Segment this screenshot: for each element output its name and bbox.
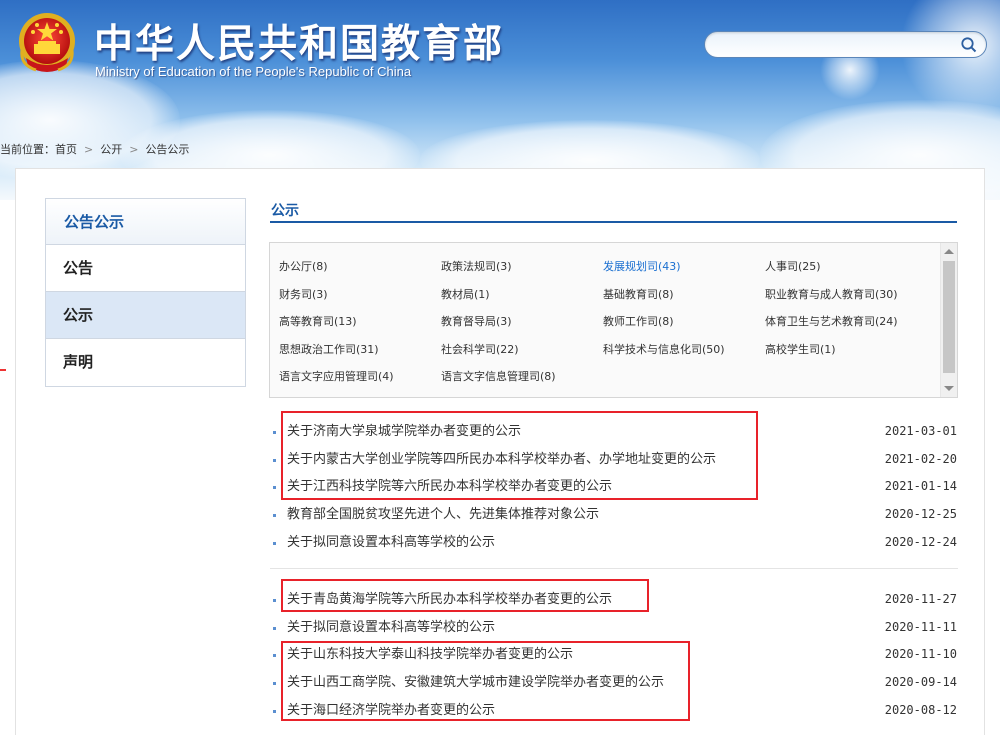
department-link[interactable]: 语言文字应用管理司(4) xyxy=(279,364,441,392)
search-icon[interactable] xyxy=(960,36,978,54)
search-box xyxy=(704,31,987,58)
notice-link[interactable]: 关于内蒙古大学创业学院等四所民办本科学校举办者、办学地址变更的公示 xyxy=(287,446,716,474)
bullet-icon xyxy=(273,459,276,462)
notice-date: 2021-01-14 xyxy=(885,473,957,501)
bullet-icon xyxy=(273,654,276,657)
department-link[interactable]: 政策法规司(3) xyxy=(441,254,603,282)
notice-list-2: 关于青岛黄海学院等六所民办本科学校举办者变更的公示 2020-11-27 关于拟… xyxy=(270,586,958,724)
site-title-cn: 中华人民共和国教育部 xyxy=(94,13,504,69)
department-link[interactable]: 科学技术与信息化司(50) xyxy=(603,337,765,365)
notice-date: 2020-12-25 xyxy=(885,501,957,529)
page-edge-marker xyxy=(0,369,6,371)
notice-date: 2020-09-14 xyxy=(885,669,957,697)
list-item: 关于拟同意设置本科高等学校的公示 2020-12-24 xyxy=(270,529,958,557)
sidebar-item-notice[interactable]: 公示 xyxy=(46,292,245,339)
notice-link[interactable]: 关于济南大学泉城学院举办者变更的公示 xyxy=(287,418,521,446)
notice-list-1: 关于济南大学泉城学院举办者变更的公示 2021-03-01 关于内蒙古大学创业学… xyxy=(270,418,958,556)
notice-date: 2020-11-10 xyxy=(885,641,957,669)
breadcrumb-separator: > xyxy=(84,143,93,156)
department-link[interactable]: 办公厅(8) xyxy=(279,254,441,282)
department-link[interactable]: 教师工作司(8) xyxy=(603,309,765,337)
notice-link[interactable]: 关于拟同意设置本科高等学校的公示 xyxy=(287,614,495,642)
department-row: 语言文字应用管理司(4) 语言文字信息管理司(8) xyxy=(279,364,939,392)
notice-date: 2020-12-24 xyxy=(885,529,957,557)
department-grid: 办公厅(8) 政策法规司(3) 发展规划司(43) 人事司(25) 财务司(3)… xyxy=(279,254,939,392)
department-link[interactable]: 基础教育司(8) xyxy=(603,282,765,310)
department-link[interactable]: 职业教育与成人教育司(30) xyxy=(765,282,927,310)
department-link[interactable]: 社会科学司(22) xyxy=(441,337,603,365)
notice-date: 2021-02-20 xyxy=(885,446,957,474)
department-link[interactable]: 财务司(3) xyxy=(279,282,441,310)
sidebar-item-statement[interactable]: 声明 xyxy=(46,339,245,386)
department-scrollbar[interactable] xyxy=(940,243,957,397)
bullet-icon xyxy=(273,431,276,434)
bullet-icon xyxy=(273,486,276,489)
scroll-down-icon[interactable] xyxy=(944,386,954,391)
bullet-icon xyxy=(273,542,276,545)
bullet-icon xyxy=(273,599,276,602)
department-filter: 办公厅(8) 政策法规司(3) 发展规划司(43) 人事司(25) 财务司(3)… xyxy=(269,242,958,398)
department-link[interactable]: 语言文字信息管理司(8) xyxy=(441,364,603,392)
section-title-text: 公示 xyxy=(270,203,299,219)
scrollbar-thumb[interactable] xyxy=(943,261,955,373)
department-row: 高等教育司(13) 教育督导局(3) 教师工作司(8) 体育卫生与艺术教育司(2… xyxy=(279,309,939,337)
sidebar: 公告公示 公告 公示 声明 xyxy=(45,198,246,387)
national-emblem-icon xyxy=(16,10,78,78)
bullet-icon xyxy=(273,682,276,685)
list-item: 关于江西科技学院等六所民办本科学校举办者变更的公示 2021-01-14 xyxy=(270,473,958,501)
sidebar-item-announcement[interactable]: 公告 xyxy=(46,245,245,292)
scroll-up-icon[interactable] xyxy=(944,249,954,254)
list-item: 关于济南大学泉城学院举办者变更的公示 2021-03-01 xyxy=(270,418,958,446)
notice-link[interactable]: 关于山西工商学院、安徽建筑大学城市建设学院举办者变更的公示 xyxy=(287,669,664,697)
breadcrumb-prefix: 当前位置： xyxy=(0,143,55,156)
department-link[interactable]: 发展规划司(43) xyxy=(603,254,765,282)
list-item: 关于山西工商学院、安徽建筑大学城市建设学院举办者变更的公示 2020-09-14 xyxy=(270,669,958,697)
list-item: 关于山东科技大学泰山科技学院举办者变更的公示 2020-11-10 xyxy=(270,641,958,669)
list-item: 关于拟同意设置本科高等学校的公示 2020-11-11 xyxy=(270,614,958,642)
notice-link[interactable]: 关于拟同意设置本科高等学校的公示 xyxy=(287,529,495,557)
breadcrumb-announcements[interactable]: 公告公示 xyxy=(145,143,189,156)
site-title-en: Ministry of Education of the People's Re… xyxy=(95,64,411,79)
department-link[interactable]: 思想政治工作司(31) xyxy=(279,337,441,365)
department-link[interactable]: 体育卫生与艺术教育司(24) xyxy=(765,309,927,337)
department-link[interactable]: 人事司(25) xyxy=(765,254,927,282)
breadcrumb: 当前位置：首页 > 公开 > 公告公示 xyxy=(0,141,189,157)
notice-date: 2020-11-27 xyxy=(885,586,957,614)
list-item: 关于海口经济学院举办者变更的公示 2020-08-12 xyxy=(270,697,958,725)
notice-date: 2020-08-12 xyxy=(885,697,957,725)
bullet-icon xyxy=(273,627,276,630)
section-title: 公示 xyxy=(270,200,957,223)
breadcrumb-home[interactable]: 首页 xyxy=(55,143,77,156)
notice-link[interactable]: 教育部全国脱贫攻坚先进个人、先进集体推荐对象公示 xyxy=(287,501,599,529)
list-item: 关于内蒙古大学创业学院等四所民办本科学校举办者、办学地址变更的公示 2021-0… xyxy=(270,446,958,474)
department-link[interactable]: 高校学生司(1) xyxy=(765,337,927,365)
department-row: 办公厅(8) 政策法规司(3) 发展规划司(43) 人事司(25) xyxy=(279,254,939,282)
list-item: 教育部全国脱贫攻坚先进个人、先进集体推荐对象公示 2020-12-25 xyxy=(270,501,958,529)
notice-link[interactable]: 关于山东科技大学泰山科技学院举办者变更的公示 xyxy=(287,641,573,669)
bullet-icon xyxy=(273,514,276,517)
list-divider xyxy=(270,568,958,569)
list-item: 关于青岛黄海学院等六所民办本科学校举办者变更的公示 2020-11-27 xyxy=(270,586,958,614)
department-row: 财务司(3) 教材局(1) 基础教育司(8) 职业教育与成人教育司(30) xyxy=(279,282,939,310)
notice-link[interactable]: 关于青岛黄海学院等六所民办本科学校举办者变更的公示 xyxy=(287,586,612,614)
department-link[interactable]: 高等教育司(13) xyxy=(279,309,441,337)
breadcrumb-separator: > xyxy=(129,143,138,156)
notice-date: 2020-11-11 xyxy=(885,614,957,642)
breadcrumb-public[interactable]: 公开 xyxy=(100,143,122,156)
notice-link[interactable]: 关于海口经济学院举办者变更的公示 xyxy=(287,697,495,725)
bullet-icon xyxy=(273,710,276,713)
department-link[interactable]: 教材局(1) xyxy=(441,282,603,310)
notice-link[interactable]: 关于江西科技学院等六所民办本科学校举办者变更的公示 xyxy=(287,473,612,501)
search-input[interactable] xyxy=(719,36,949,54)
department-row: 思想政治工作司(31) 社会科学司(22) 科学技术与信息化司(50) 高校学生… xyxy=(279,337,939,365)
department-link[interactable]: 教育督导局(3) xyxy=(441,309,603,337)
sidebar-header: 公告公示 xyxy=(46,199,245,245)
notice-date: 2021-03-01 xyxy=(885,418,957,446)
